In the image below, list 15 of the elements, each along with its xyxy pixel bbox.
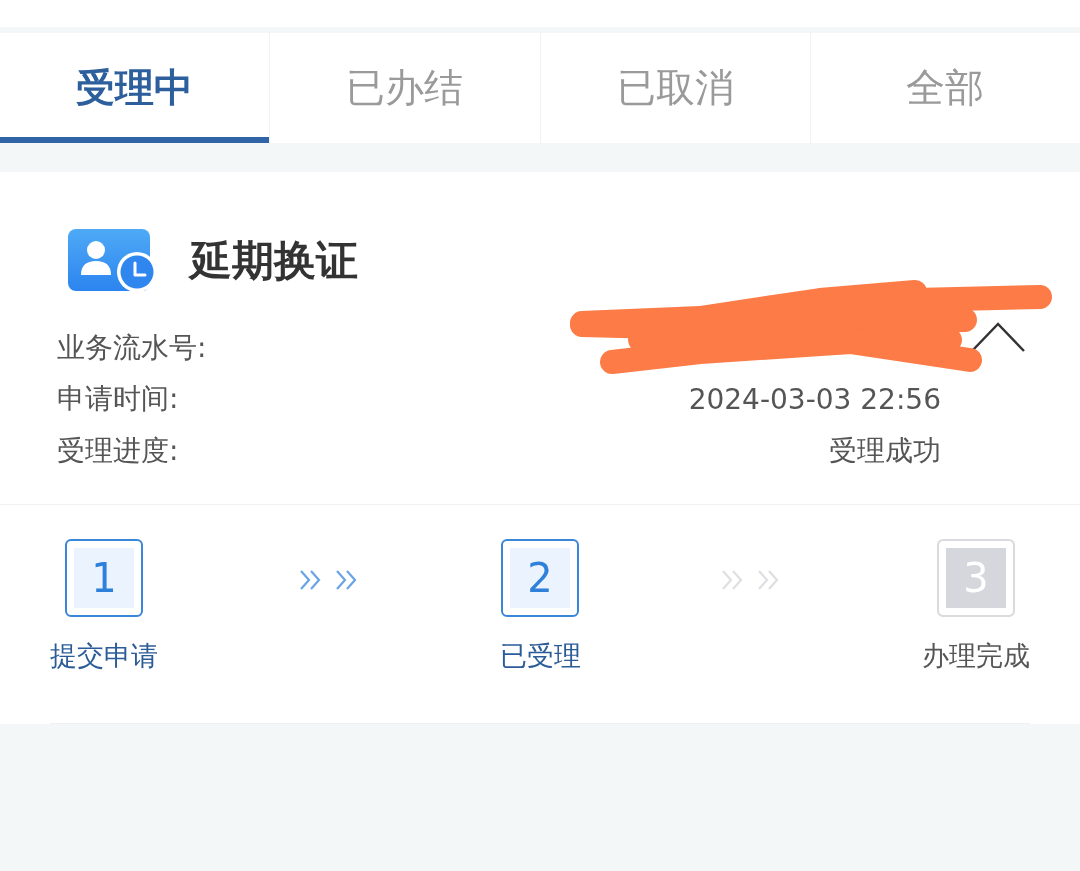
step-label: 已受理 (499, 638, 581, 673)
chevron-up-icon[interactable] (970, 322, 1026, 352)
step-label: 提交申请 (50, 638, 158, 673)
double-chevron-icon (298, 568, 323, 591)
step-number: 2 (501, 538, 579, 617)
field-value: 受理成功 (829, 432, 941, 469)
field-label: 申请时间: (57, 381, 179, 418)
status-tab[interactable]: 受理中 (0, 33, 271, 143)
step-number: 1 (65, 538, 143, 617)
field-label: 受理进度: (57, 432, 179, 469)
field-value: 2024-03-03 22:56 (688, 382, 941, 416)
double-chevron-icon (334, 568, 359, 591)
service-title: 延期换证 (190, 235, 358, 287)
step-label: 办理完成 (922, 638, 1030, 673)
field-label: 业务流水号: (57, 329, 207, 366)
